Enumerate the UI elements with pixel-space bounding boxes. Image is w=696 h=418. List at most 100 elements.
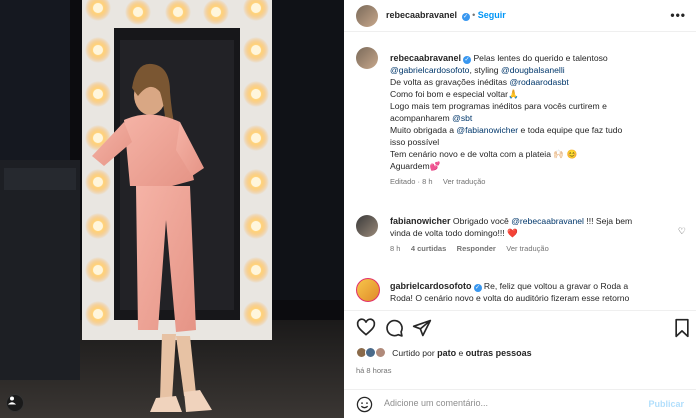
comment-composer: Publicar <box>344 389 696 418</box>
caption-text: Como foi bom e especial voltar🙏 <box>390 89 519 99</box>
mention-link[interactable]: @rebecaabravanel <box>511 216 584 226</box>
mention-link[interactable]: @sbt <box>452 113 472 123</box>
more-options-icon[interactable]: ••• <box>670 8 686 22</box>
caption-text: Tem cenário novo e de volta com a platei… <box>390 149 578 159</box>
caption-text: Aguardem💕 <box>390 161 441 171</box>
author-username[interactable]: rebecaabravanel <box>386 10 457 20</box>
comment-avatar[interactable] <box>356 278 380 302</box>
caption-text: e toda equipe que faz tudo <box>518 125 623 135</box>
caption-edited: Editado · 8 h <box>390 177 433 186</box>
mirror-bulb-core <box>251 221 261 231</box>
mirror-bulb-core <box>211 7 221 17</box>
post-header: rebecaabravanel ✓ • Seguir ••• <box>344 0 696 32</box>
comment-line: Roda! O cenário novo e volta do auditóri… <box>390 292 686 304</box>
comment-text: vinda de volta todo domingo!!! <box>390 228 508 238</box>
caption-line: Muito obrigada a @fabianowicher e toda e… <box>390 124 686 136</box>
caption-line: Como foi bom e especial voltar🙏 <box>390 88 686 100</box>
mirror-bulb-core <box>93 309 103 319</box>
mirror-bulb-core <box>93 3 103 13</box>
comment-item: fabianowicher Obrigado você @rebecaabrav… <box>390 215 670 255</box>
user-tag-icon[interactable] <box>6 394 24 412</box>
mirror-bulb-core <box>251 133 261 143</box>
mirror-bulb-core <box>173 7 183 17</box>
comment-likes[interactable]: 4 curtidas <box>411 244 446 253</box>
action-bar <box>356 318 689 338</box>
publish-button[interactable]: Publicar <box>648 399 684 409</box>
caption-text: Muito obrigada a <box>390 125 457 135</box>
mirror-bulb-core <box>93 221 103 231</box>
caption-username[interactable]: rebecaabravanel <box>390 53 461 63</box>
post-image <box>0 0 344 418</box>
comment-bubble-icon[interactable] <box>384 318 404 338</box>
comment-text: !!! Seja bem <box>583 216 633 226</box>
comment-text: Re, feliz que voltou a gravar o Roda a <box>483 281 629 291</box>
mirror-bulb-core <box>93 265 103 275</box>
mirror-bulb-core <box>251 45 261 55</box>
reply-link[interactable]: Responder <box>457 244 496 253</box>
comment-text: Roda! O cenário novo e volta do auditóri… <box>390 293 630 303</box>
caption-line: Logo mais tem programas inéditos para vo… <box>390 100 686 112</box>
mirror-bulb-core <box>251 265 261 275</box>
comment-avatar[interactable] <box>356 215 378 237</box>
likes-prefix: Curtido por <box>392 348 438 358</box>
caption-meta: Editado · 8 h Ver tradução <box>390 175 686 188</box>
likes-others-link[interactable]: outras pessoas <box>466 348 532 358</box>
comment-line: gabrielcardosofoto ✓ Re, feliz que voltou… <box>390 280 686 292</box>
caption-line: Aguardem💕 <box>390 160 686 172</box>
caption-line: isso possível <box>390 136 686 148</box>
comment-username[interactable]: fabianowicher <box>390 216 451 226</box>
like-heart-icon[interactable] <box>356 318 376 338</box>
caption-text: Logo mais tem programas inéditos para vo… <box>390 101 607 111</box>
comment-text: Obrigado você <box>452 216 512 226</box>
mirror-bulb-core <box>251 309 261 319</box>
mention-link[interactable]: @dougbalsanelli <box>501 65 565 75</box>
verified-icon: ✓ <box>463 56 472 64</box>
comment-time: 8 h <box>390 244 401 253</box>
comment-line: fabianowicher Obrigado você @rebecaabrav… <box>390 215 670 227</box>
likes-middle: e <box>456 348 466 358</box>
caption-line: Tem cenário novo e de volta com a platei… <box>390 148 686 160</box>
likes-summary: Curtido por pato e outras pessoas <box>356 347 532 358</box>
mirror-bulb-core <box>251 3 261 13</box>
caption-body: @gabrielcardosofoto, styling @dougbalsan… <box>390 64 686 172</box>
verified-icon: ✓ <box>473 284 482 292</box>
likes-first-user[interactable]: pato <box>437 348 456 358</box>
caption-text: isso possível <box>390 137 440 147</box>
caption-text: De volta as gravações inéditas <box>390 77 510 87</box>
caption-avatar[interactable] <box>356 47 378 69</box>
comment-meta: 8 h 4 curtidas Responder Ver tradução <box>390 242 670 255</box>
mirror-bulb-core <box>93 177 103 187</box>
comment-translate-link[interactable]: Ver tradução <box>506 244 549 253</box>
mirror-bulb-core <box>133 7 143 17</box>
author-line: rebecaabravanel ✓ • Seguir <box>386 10 506 21</box>
save-bookmark-icon[interactable] <box>672 318 692 338</box>
comment-line: vinda de volta todo domingo!!! ❤️ <box>390 227 670 239</box>
liker-avatar <box>374 347 386 358</box>
mirror-bulb-core <box>251 89 261 99</box>
mirror-bulb-core <box>251 177 261 187</box>
caption-line: @gabrielcardosofoto, styling @dougbalsan… <box>390 64 686 76</box>
author-avatar[interactable] <box>356 5 378 27</box>
emoji-icon[interactable] <box>356 396 373 413</box>
mention-link[interactable]: @rodaarodasbt <box>509 77 568 87</box>
caption-text: acompanharem <box>390 113 453 123</box>
divider <box>344 310 696 311</box>
caption-text: , styling <box>469 65 501 75</box>
caption-text: Pelas lentes do querido e talentoso <box>473 53 608 63</box>
mirror-bulb-core <box>93 89 103 99</box>
verified-icon: ✓ <box>461 13 470 21</box>
post-photo[interactable] <box>0 0 344 418</box>
comment-text: Obrigado você @rebecaabravanel !!! Seja … <box>453 216 632 226</box>
mention-link[interactable]: @gabrielcardosofoto <box>390 65 469 75</box>
mention-link[interactable]: @fabianowicher <box>456 125 518 135</box>
mirror-bulb-core <box>93 45 103 55</box>
caption-line: acompanharem @sbt <box>390 112 686 124</box>
share-send-icon[interactable] <box>412 318 432 338</box>
post-timestamp: há 8 horas <box>356 366 392 375</box>
caption-translate-link[interactable]: Ver tradução <box>443 177 486 186</box>
comment-like-icon[interactable]: ♡ <box>678 226 686 237</box>
comment-username[interactable]: gabrielcardosofoto <box>390 281 472 291</box>
follow-button[interactable]: Seguir <box>478 10 506 20</box>
comment-input[interactable] <box>384 398 634 408</box>
post-caption: rebecaabravanel ✓ Pelas lentes do querido… <box>390 52 686 188</box>
